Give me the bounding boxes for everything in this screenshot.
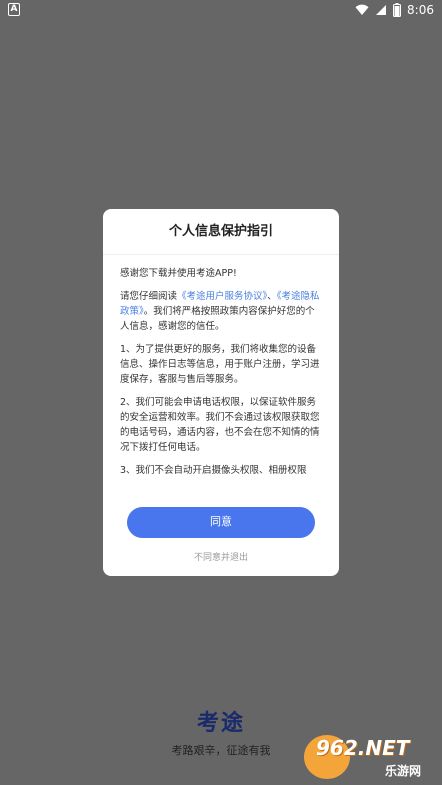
notification-icon: A [8, 3, 20, 16]
watermark-sub: 乐游网 [384, 764, 421, 778]
device-info-paragraph: 1、为了提供更好的服务，我们将收集您的设备信息、操作日志等信息，用于账户注册，学… [120, 344, 320, 385]
privacy-dialog: 个人信息保护指引 感谢您下载并使用考途APP! 请您仔细阅读《考途用户服务协议》… [103, 209, 339, 576]
camera-permission-paragraph: 3、我们不会自动开启摄像头权限、相册权限 [120, 465, 307, 476]
greeting-text: 感谢您下载并使用考途APP! [120, 268, 237, 279]
status-time: 8:06 [407, 3, 434, 17]
dialog-body[interactable]: 感谢您下载并使用考途APP! 请您仔细阅读《考途用户服务协议》、《考途隐私政策》… [103, 256, 339, 500]
dialog-title: 个人信息保护指引 [103, 209, 339, 255]
para1-prefix: 请您仔细阅读 [120, 291, 178, 302]
watermark-brand: 962.NET [316, 736, 410, 760]
para1-suffix: 。我们将严格按照政策内容保护好您的个人信息，感谢您的信任。 [120, 306, 315, 332]
phone-permission-paragraph: 2、我们可能会申请电话权限，以保证软件服务的安全运营和效率。我们不会通过该权限获… [120, 397, 320, 453]
para1-separator: 、 [267, 291, 277, 302]
status-icons: 8:06 [355, 2, 434, 18]
wifi-icon [355, 4, 369, 15]
decline-exit-link[interactable]: 不同意并退出 [103, 550, 339, 563]
agreement-paragraph: 请您仔细阅读《考途用户服务协议》、《考途隐私政策》。我们将严格按照政策内容保护好… [120, 289, 323, 334]
status-bar: A 8:06 [0, 0, 442, 20]
site-watermark: 962.NET 乐游网 [304, 733, 438, 781]
agree-button[interactable]: 同意 [127, 507, 315, 538]
battery-icon [393, 3, 402, 17]
user-agreement-link[interactable]: 《考途用户服务协议》 [177, 291, 267, 302]
signal-icon [376, 5, 387, 15]
